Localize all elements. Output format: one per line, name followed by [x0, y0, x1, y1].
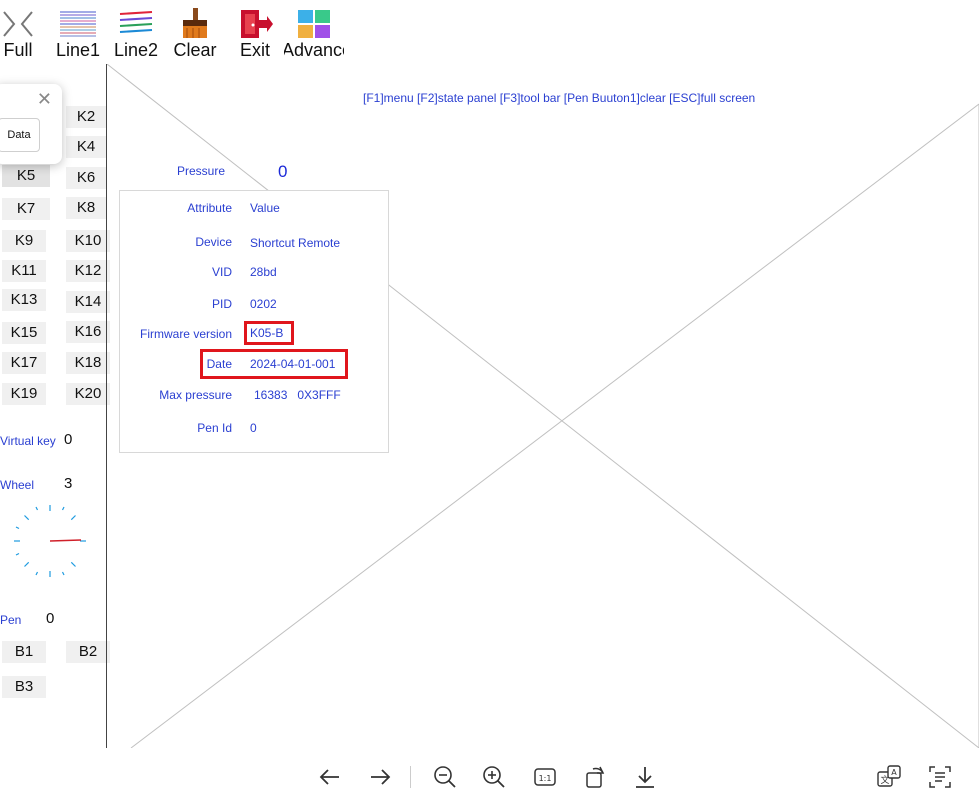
- date-highlight-box: [200, 349, 348, 379]
- translate-icon[interactable]: 文 A: [876, 764, 902, 790]
- left-state-panel: K2 K4 K5 K6 K7 K8 K9 K10 K11 K12 K13 K14…: [0, 64, 110, 748]
- zoom-out-icon[interactable]: [432, 764, 458, 790]
- pen-value: 0: [46, 610, 55, 627]
- key-k4: K4: [66, 136, 106, 158]
- pen-id-value: 0: [250, 421, 257, 435]
- device-label: Device: [195, 235, 232, 249]
- exit-label: Exit: [239, 40, 270, 60]
- data-popup: ✕ Data: [0, 84, 62, 164]
- pressure-value: 0: [278, 162, 288, 181]
- key-k17: K17: [2, 352, 46, 374]
- actual-size-icon[interactable]: 1:1: [532, 764, 558, 790]
- exit-door-icon: [241, 10, 273, 38]
- key-k11: K11: [2, 260, 46, 282]
- key-k18: K18: [66, 352, 110, 374]
- key-k10: K10: [66, 230, 110, 252]
- line2-button[interactable]: Line2: [112, 4, 160, 62]
- attribute-header: Attribute: [187, 201, 232, 215]
- value-header: Value: [250, 201, 280, 215]
- svg-text:1:1: 1:1: [539, 774, 552, 783]
- arrow-left-icon[interactable]: [317, 764, 343, 790]
- key-k12: K12: [66, 260, 110, 282]
- max-pressure-label: Max pressure: [159, 388, 232, 402]
- firmware-version-label: Firmware version: [139, 327, 232, 341]
- key-k14: K14: [66, 291, 110, 313]
- pen-label: Pen: [0, 613, 22, 627]
- max-pressure-value: 16383 0X3FFF: [254, 388, 341, 402]
- shortcut-help-text: [F1]menu [F2]state panel [F3]tool bar [P…: [363, 91, 756, 105]
- broom-icon: [183, 8, 207, 38]
- pen-button-b1: B1: [2, 641, 46, 663]
- line1-label: Line1: [55, 40, 101, 60]
- advance-label: Advance: [284, 40, 344, 60]
- key-k13: K13: [2, 289, 46, 311]
- line1-button[interactable]: Line1: [54, 4, 102, 62]
- fullscreen-chevrons-icon: [3, 11, 33, 37]
- exit-button[interactable]: Exit: [234, 4, 276, 62]
- pid-label: PID: [211, 297, 232, 311]
- device-info-table: Attribute Value Device Shortcut Remote V…: [119, 190, 389, 453]
- full-button[interactable]: Full: [0, 4, 38, 62]
- line1-icon: [60, 11, 96, 37]
- pressure-label: Pressure: [177, 164, 226, 178]
- pid-value: 0202: [250, 297, 277, 311]
- key-k19: K19: [2, 383, 46, 405]
- advance-button[interactable]: Advance: [284, 4, 344, 62]
- vid-value: 28bd: [250, 265, 277, 279]
- line2-label: Line2: [113, 40, 159, 60]
- zoom-in-icon[interactable]: [481, 764, 507, 790]
- virtual-key-value: 0: [64, 431, 73, 448]
- vid-label: VID: [211, 265, 232, 279]
- drawing-canvas[interactable]: [F1]menu [F2]state panel [F3]tool bar [P…: [107, 64, 979, 748]
- key-k7: K7: [2, 198, 50, 220]
- virtual-key-label: Virtual key: [0, 434, 56, 448]
- line2-icon: [119, 11, 153, 33]
- pen-id-label: Pen Id: [197, 421, 232, 435]
- toolbar: Full Line1 Line2 Clear Exit Advanc: [0, 0, 979, 64]
- advance-tiles-icon: [298, 10, 330, 38]
- key-k20: K20: [66, 383, 110, 405]
- key-k5: K5: [2, 165, 50, 187]
- clear-label: Clear: [173, 40, 217, 60]
- svg-text:A: A: [891, 768, 897, 777]
- key-k16: K16: [66, 321, 110, 343]
- firmware-highlight-box: [244, 321, 294, 345]
- full-label: Full: [3, 40, 33, 60]
- viewer-separator: [410, 766, 411, 788]
- key-k6: K6: [66, 167, 106, 189]
- download-icon[interactable]: [632, 764, 658, 790]
- key-k2: K2: [66, 106, 106, 128]
- data-button[interactable]: Data: [0, 118, 40, 152]
- image-viewer-bar: 1:1 文 A: [0, 748, 979, 806]
- key-k15: K15: [2, 322, 46, 344]
- clear-button[interactable]: Clear: [170, 4, 220, 62]
- device-value: Shortcut Remote: [250, 236, 341, 250]
- pen-button-b3: B3: [2, 676, 46, 698]
- wheel-dial-icon: [14, 505, 86, 577]
- text-extract-icon[interactable]: [927, 764, 953, 790]
- close-icon[interactable]: ✕: [37, 90, 52, 108]
- wheel-label: Wheel: [0, 478, 35, 492]
- key-k8: K8: [66, 197, 106, 219]
- wheel-value: 3: [64, 475, 73, 492]
- key-k9: K9: [2, 230, 46, 252]
- rotate-icon[interactable]: [582, 764, 608, 790]
- arrow-right-icon[interactable]: [367, 764, 393, 790]
- pen-button-b2: B2: [66, 641, 110, 663]
